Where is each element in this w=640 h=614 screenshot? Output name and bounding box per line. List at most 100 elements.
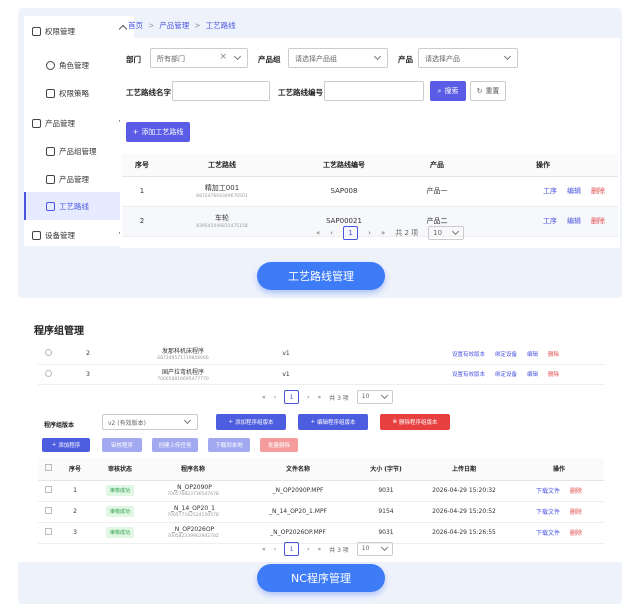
row-no: 1	[122, 176, 162, 207]
last-page-icon[interactable]: »	[381, 229, 385, 237]
download-link[interactable]: 下载文件	[536, 530, 560, 537]
row-file: _N_OP2026OP.MPF	[238, 522, 358, 544]
total-count: 共 3 项	[329, 394, 349, 402]
row-actions: 下载文件 删除	[514, 501, 604, 523]
batch-delete-button[interactable]: 批量删除	[260, 438, 298, 452]
edit-link[interactable]: 编辑	[527, 352, 538, 358]
process-link[interactable]: 工序	[543, 187, 557, 195]
sidebar-group-devices[interactable]: 设备管理	[24, 222, 134, 248]
sidebar-group-permissions[interactable]: 权限管理	[24, 18, 134, 44]
route-name-input[interactable]	[172, 81, 270, 101]
delete-link[interactable]: 删除	[570, 530, 582, 537]
route-no-input[interactable]	[324, 81, 424, 101]
row-route: 精加工001 687247604349670501	[162, 176, 282, 207]
page-current[interactable]: 1	[284, 390, 300, 404]
checkbox-icon[interactable]	[44, 464, 52, 472]
set-valid-link[interactable]: 设置有效版本	[452, 352, 485, 358]
row-check[interactable]	[38, 480, 58, 502]
bind-device-link[interactable]: 绑定设备	[495, 372, 517, 378]
row-check[interactable]	[38, 364, 58, 385]
first-page-icon[interactable]: «	[262, 546, 266, 553]
chevron-down-icon	[233, 52, 242, 61]
delete-link[interactable]: 删除	[591, 187, 605, 195]
checkbox-icon[interactable]	[44, 528, 52, 535]
col-check[interactable]	[38, 458, 58, 481]
delete-link[interactable]: 删除	[591, 217, 605, 225]
download-link[interactable]: 下载文件	[536, 488, 560, 495]
delete-link[interactable]: 删除	[570, 488, 582, 495]
delete-link[interactable]: 删除	[570, 509, 582, 516]
program-id: 700582239962902782	[167, 534, 219, 539]
page-current[interactable]: 1	[284, 542, 300, 556]
edit-link[interactable]: 编辑	[567, 217, 581, 225]
row-name: _N_14_OP20_1 700577162524150578	[148, 501, 238, 523]
reset-button[interactable]: ↻ 重置	[470, 81, 506, 101]
chevron-down-icon	[373, 52, 382, 61]
layers-icon	[46, 146, 55, 156]
edit-version-button[interactable]: + 编辑程序组版本	[298, 414, 368, 430]
sidebar-item-routes[interactable]: 工艺路线	[24, 192, 134, 220]
last-page-icon[interactable]: »	[317, 394, 321, 401]
bind-device-link[interactable]: 绑定设备	[495, 352, 517, 358]
sidebar-item-policies[interactable]: 权限策略	[24, 80, 134, 106]
row-file: _N_OP2090P.MPF	[238, 480, 358, 502]
upload-task-button[interactable]: 创建上传任务	[152, 438, 198, 452]
set-valid-link[interactable]: 设置有效版本	[452, 372, 485, 378]
status-badge: 审核成功	[105, 527, 134, 538]
breadcrumb-home[interactable]: 首页	[128, 21, 143, 30]
add-program-button[interactable]: + 添加程序	[42, 438, 90, 452]
sidebar-item-product-groups[interactable]: 产品组管理	[24, 138, 134, 164]
first-page-icon[interactable]: «	[316, 229, 320, 237]
page-size-select[interactable]: 10	[428, 226, 465, 240]
last-page-icon[interactable]: »	[317, 546, 321, 553]
add-version-button[interactable]: + 添加程序组版本	[216, 414, 286, 430]
page-size-value: 10	[361, 393, 370, 400]
col-product: 产品	[406, 154, 468, 177]
download-local-button[interactable]: 下载到本地	[208, 438, 250, 452]
search-label: 搜索	[444, 87, 459, 95]
prev-page-icon[interactable]: ‹	[274, 546, 276, 553]
route-id: 839545446831475158	[196, 224, 248, 229]
breadcrumb-products[interactable]: 产品管理	[159, 21, 189, 30]
pagination-top: « ‹ 1 › » 共 3 项 10	[262, 390, 393, 404]
dept-select[interactable]: 所有部门 ×	[150, 48, 248, 68]
sidebar-group-products[interactable]: 产品管理	[24, 110, 134, 136]
download-link[interactable]: 下载文件	[536, 509, 560, 516]
delete-link[interactable]: 删除	[548, 372, 559, 378]
group-select[interactable]: 请选择产品组	[288, 48, 388, 68]
next-page-icon[interactable]: ›	[368, 229, 371, 237]
page-title: 程序组管理	[34, 326, 84, 337]
page-current[interactable]: 1	[343, 226, 359, 240]
radio-icon[interactable]	[44, 349, 52, 357]
page-size-select[interactable]: 10	[356, 542, 393, 556]
delete-version-button[interactable]: ⊗ 删除程序组版本	[380, 414, 450, 430]
checkbox-icon[interactable]	[44, 507, 52, 514]
clear-icon[interactable]: ×	[219, 52, 227, 62]
version-select[interactable]: v2 (有效版本)	[102, 414, 198, 430]
edit-link[interactable]: 编辑	[567, 187, 581, 195]
process-link[interactable]: 工序	[543, 217, 557, 225]
product-placeholder: 请选择产品	[425, 55, 460, 63]
next-page-icon[interactable]: ›	[307, 394, 309, 401]
row-check[interactable]	[38, 501, 58, 523]
sidebar-item-products[interactable]: 产品管理	[24, 166, 134, 192]
row-actions: 设置有效版本 绑定设备 编辑 删除	[324, 364, 604, 385]
compare-button[interactable]: 审核程序	[102, 438, 142, 452]
col-route-no: 工艺路线编号	[282, 154, 406, 177]
add-route-button[interactable]: + 添加工艺路线	[126, 122, 190, 142]
prev-page-icon[interactable]: ‹	[274, 394, 276, 401]
checkbox-icon[interactable]	[44, 486, 52, 493]
page-size-select[interactable]: 10	[356, 390, 393, 404]
sidebar-item-roles[interactable]: 角色管理	[24, 52, 134, 78]
row-check[interactable]	[38, 522, 58, 544]
product-select[interactable]: 请选择产品	[418, 48, 518, 68]
row-check[interactable]	[38, 344, 58, 365]
add-program-label: 添加程序	[58, 443, 81, 449]
edit-link[interactable]: 编辑	[527, 372, 538, 378]
search-button[interactable]: ⌕ 搜索	[430, 81, 466, 101]
first-page-icon[interactable]: «	[262, 394, 266, 401]
prev-page-icon[interactable]: ‹	[330, 229, 333, 237]
next-page-icon[interactable]: ›	[307, 546, 309, 553]
delete-link[interactable]: 删除	[548, 352, 559, 358]
radio-icon[interactable]	[44, 369, 52, 377]
